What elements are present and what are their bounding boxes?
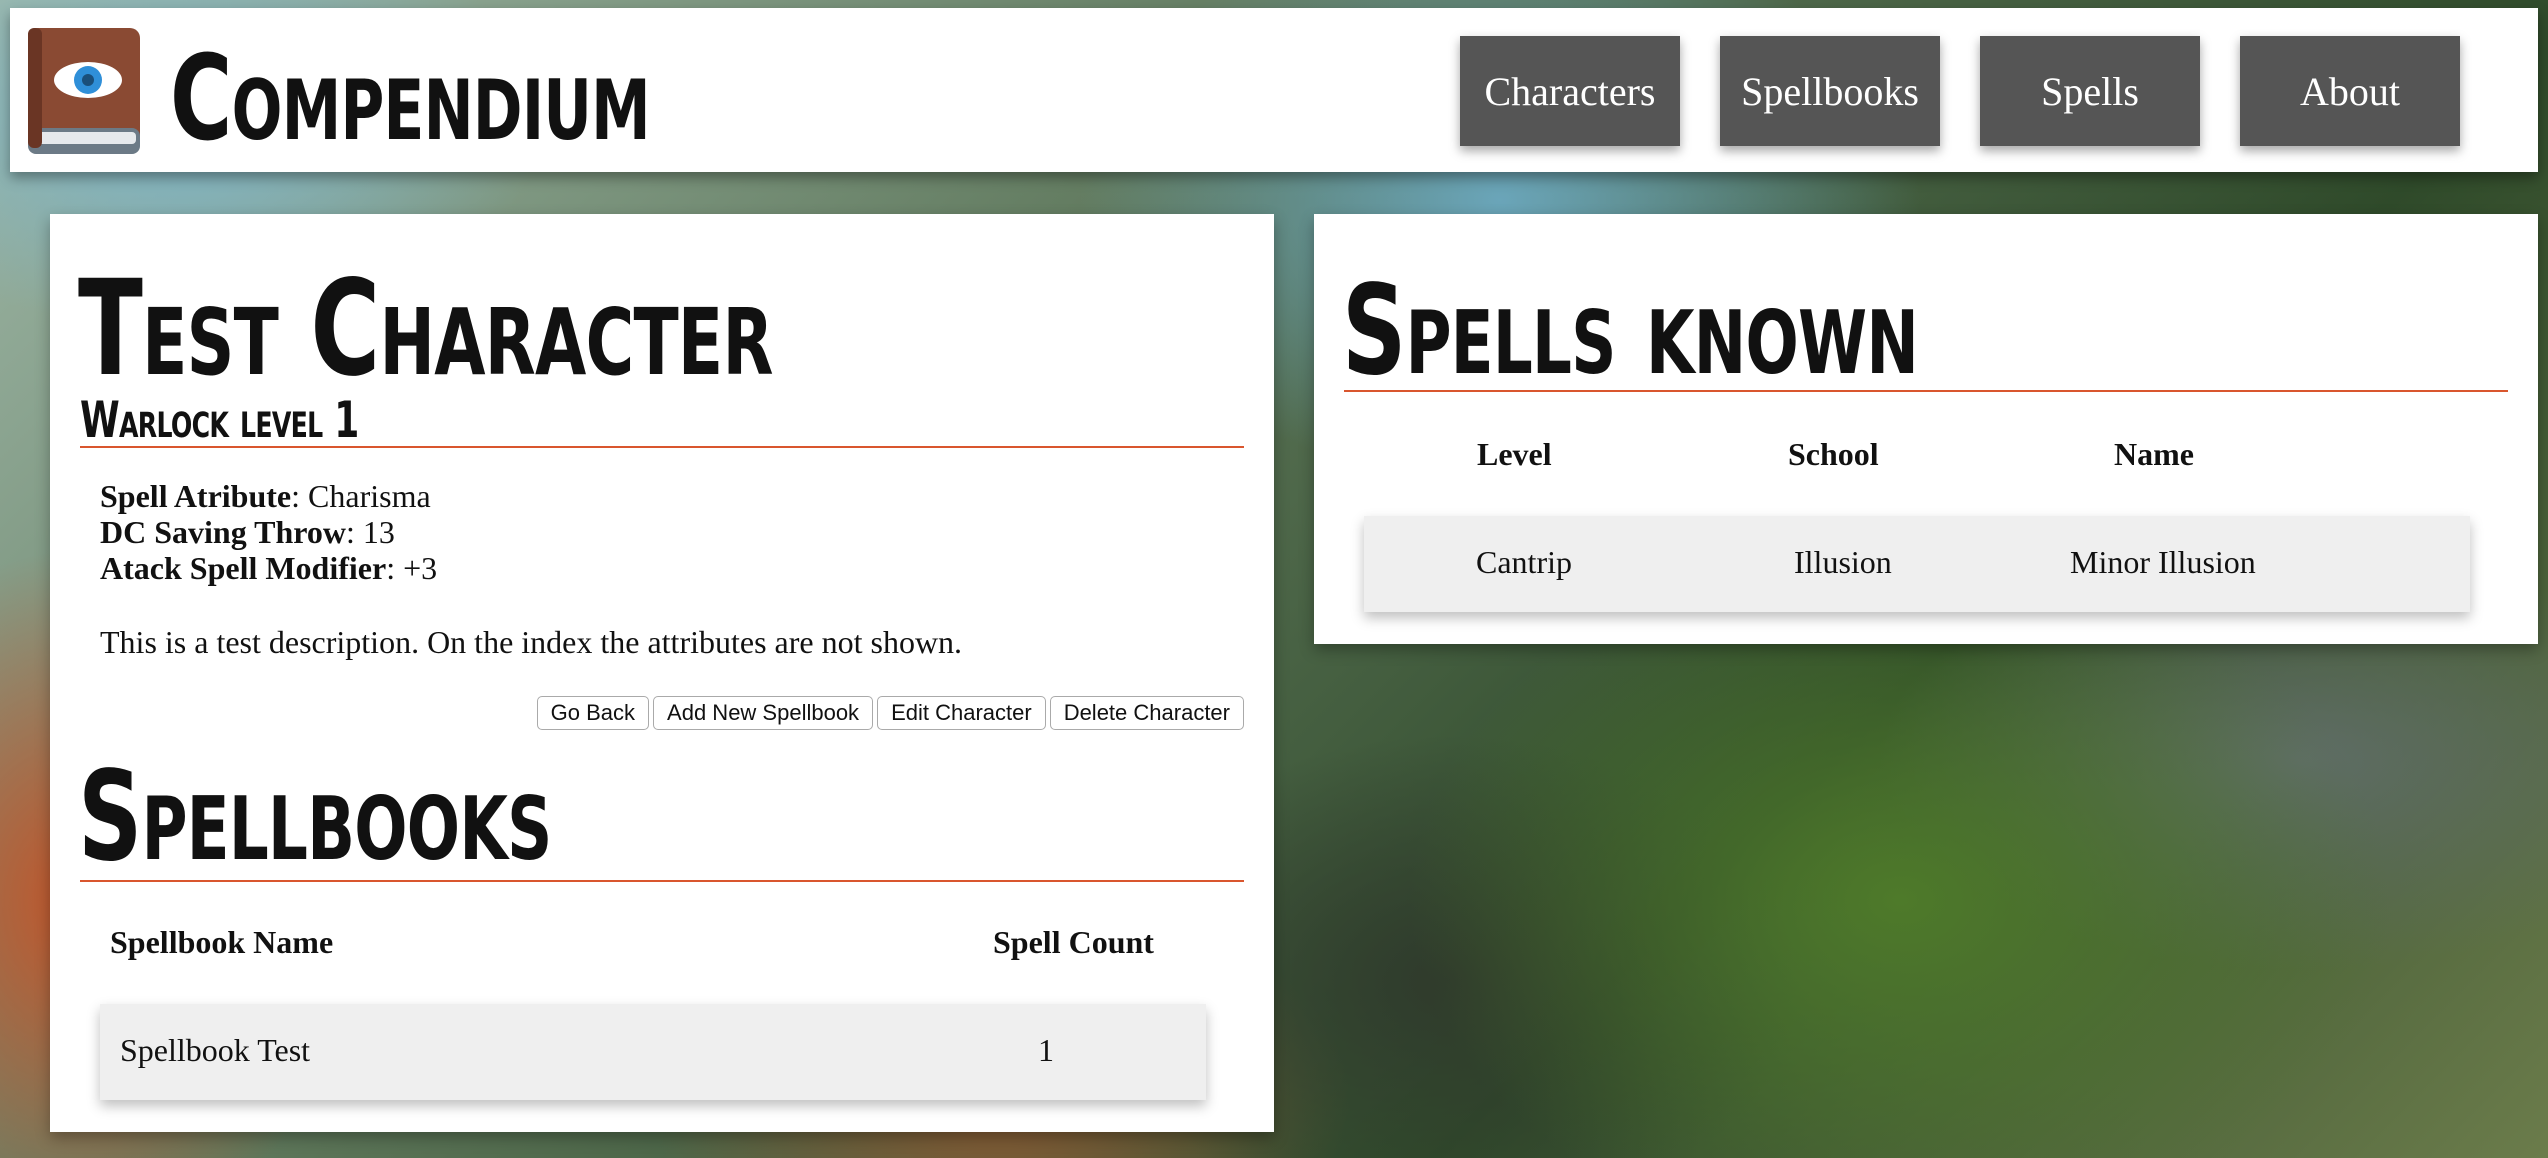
table-row[interactable]: Spellbook Test 1 [100,1004,1206,1100]
nav-characters-button[interactable]: Characters [1460,36,1680,146]
attribute-label: Spell Atribute [100,478,292,514]
divider [80,880,1244,882]
brand-title[interactable]: Compendium [170,28,651,168]
column-header-spellbook-name: Spellbook Name [110,924,334,960]
spell-level-cell: Cantrip [1476,544,1572,580]
add-spellbook-button[interactable]: Add New Spellbook [653,696,874,730]
attribute-value: : +3 [386,550,438,586]
spells-known-panel: Spells known Level School Name Cantrip I… [1314,214,2538,644]
attribute-label: DC Saving Throw [100,514,346,550]
character-description: This is a test description. On the index… [100,624,963,660]
spell-count-cell: 1 [1038,1032,1054,1068]
attribute-label: Atack Spell Modifier [100,550,387,586]
character-actions: Go Back Add New Spellbook Edit Character… [536,696,1244,730]
spellbooks-heading: Spellbooks [78,745,552,889]
nav-spellbooks-button[interactable]: Spellbooks [1720,36,1940,146]
go-back-button[interactable]: Go Back [536,696,650,730]
book-eye-icon[interactable] [26,24,142,158]
column-header-name: Name [2114,436,2194,472]
delete-character-button[interactable]: Delete Character [1049,696,1244,730]
column-header-level: Level [1477,436,1552,472]
nav-spells-button[interactable]: Spells [1980,36,2200,146]
character-name: Test Character [78,252,773,406]
divider [1344,390,2508,392]
column-header-spell-count: Spell Count [993,924,1154,960]
site-header: Compendium Characters Spellbooks Spells … [10,8,2538,172]
spell-name-cell[interactable]: Minor Illusion [2070,542,2256,582]
character-class-level: Warlock level 1 [80,391,359,449]
spells-known-heading: Spells known [1342,259,1919,403]
spell-school-cell: Illusion [1794,544,1892,580]
table-row[interactable]: Cantrip Illusion Minor Illusion [1364,516,2470,612]
spellbook-name-cell[interactable]: Spellbook Test [120,1030,310,1070]
edit-character-button[interactable]: Edit Character [877,696,1046,730]
attribute-value: : 13 [346,514,395,550]
attribute-row: Spell Atribute: Charisma [100,478,437,514]
attribute-row: Atack Spell Modifier: +3 [100,550,437,586]
nav-about-button[interactable]: About [2240,36,2460,146]
character-panel: Test Character Warlock level 1 Spell Atr… [50,214,1274,1132]
attribute-row: DC Saving Throw: 13 [100,514,437,550]
divider [80,446,1244,448]
spell-attributes: Spell Atribute: Charisma DC Saving Throw… [100,478,437,586]
column-header-school: School [1788,436,1879,472]
attribute-value: : Charisma [291,478,431,514]
